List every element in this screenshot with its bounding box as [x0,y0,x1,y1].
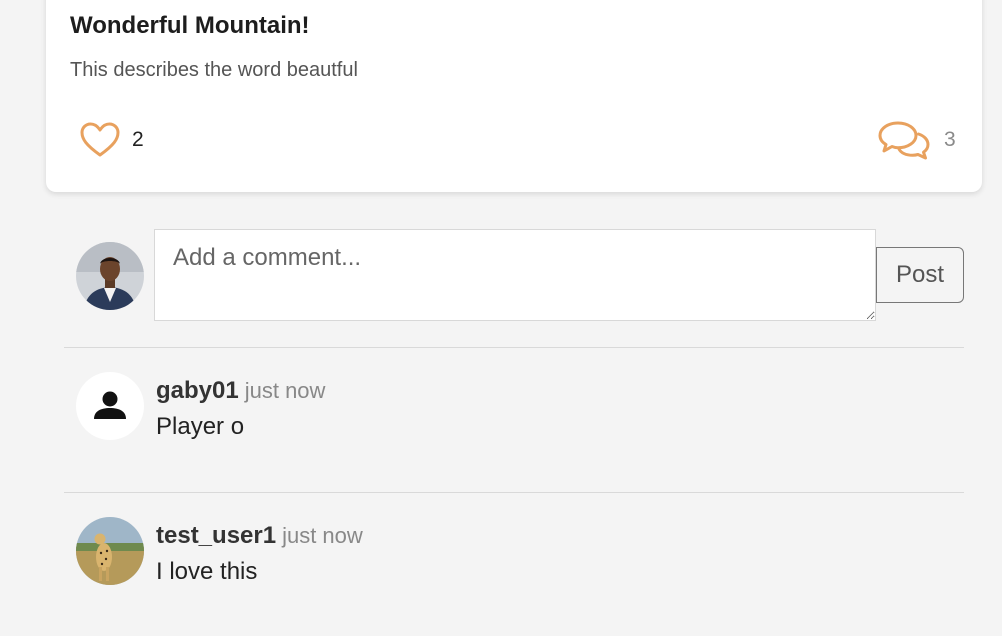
comment-input[interactable] [154,229,876,321]
post-comment-button[interactable]: Post [876,247,964,303]
current-user-avatar [76,242,144,310]
divider [64,347,964,348]
comment-count: 3 [944,128,956,151]
comment-username[interactable]: test_user1 just now [156,522,363,550]
like-button[interactable] [78,118,122,162]
comment-username-text[interactable]: gaby01 [156,377,239,404]
heart-icon [80,122,120,157]
comment-text: Player o [156,413,245,440]
post-description: This describes the word beautful [70,59,358,81]
comment-avatar [76,517,144,585]
comment-username-text[interactable]: test_user1 [156,522,276,549]
like-count: 2 [132,128,144,151]
comment-timestamp: just now [244,378,326,403]
divider [64,492,964,493]
comments-button[interactable] [876,118,932,162]
post-card: Wonderful Mountain! This describes the w… [46,0,982,192]
chat-bubbles-icon [878,121,930,160]
comment-avatar [76,372,144,440]
post-title: Wonderful Mountain! [70,12,310,39]
comment-timestamp: just now [282,523,363,548]
comment-username[interactable]: gaby01 just now [156,377,325,405]
comment-text: I love this [156,558,258,585]
user-icon [94,391,126,419]
